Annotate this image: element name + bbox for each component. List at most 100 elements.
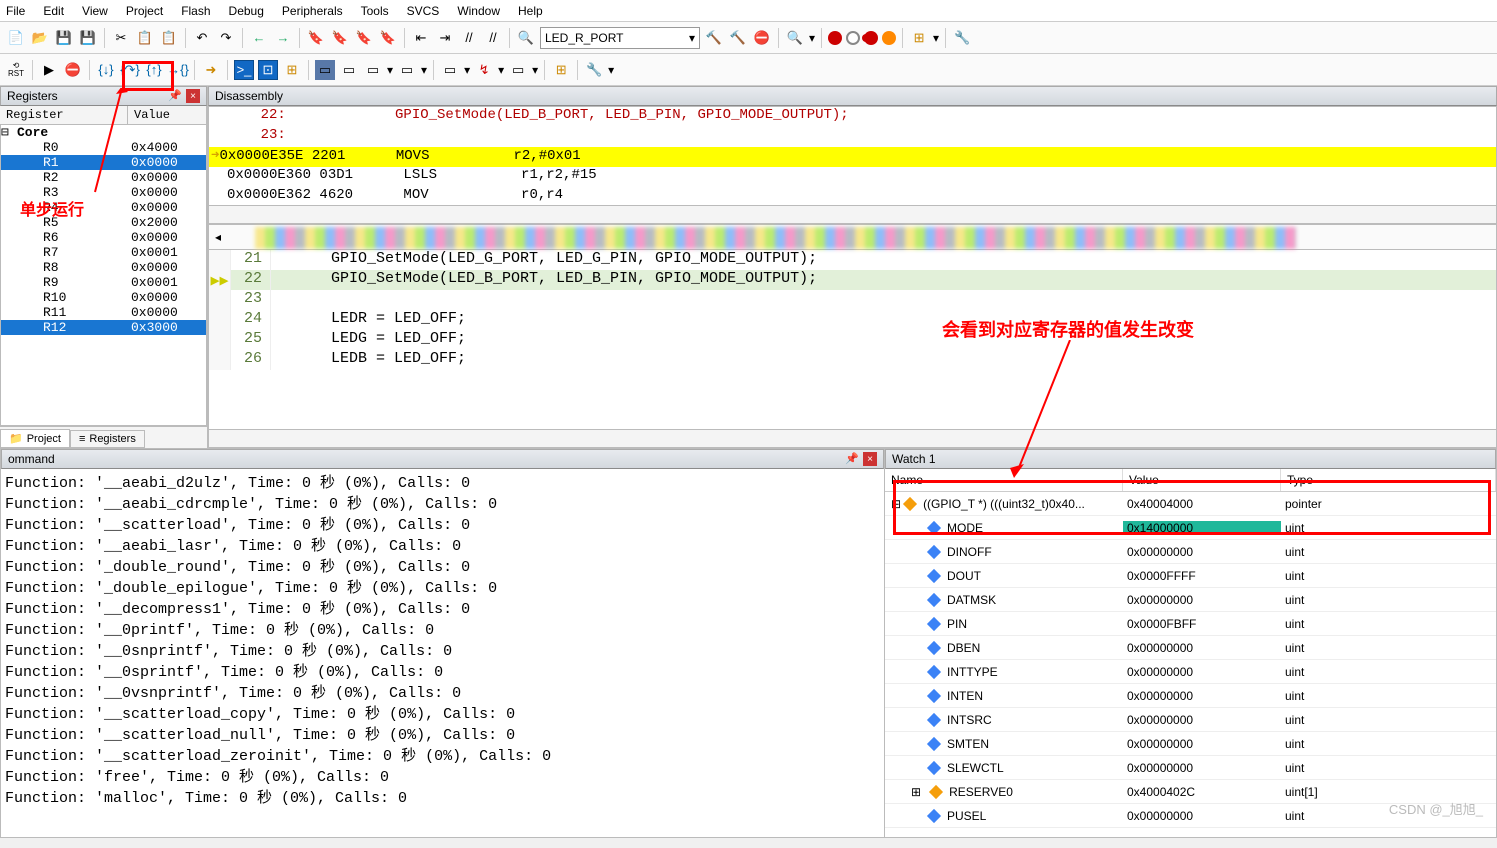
menu-file[interactable]: File [6, 4, 25, 18]
register-row[interactable]: R60x0000 [1, 230, 206, 245]
watch-row[interactable]: INTTYPE0x00000000uint [885, 660, 1496, 684]
editor-line[interactable]: 24LEDR = LED_OFF; [209, 310, 1496, 330]
disasm-window-icon[interactable]: ⊡ [258, 60, 278, 80]
redo-icon[interactable]: ↷ [216, 28, 236, 48]
new-file-icon[interactable]: 📄 [6, 28, 26, 48]
show-next-icon[interactable]: ➜ [201, 60, 221, 80]
trace-window-icon[interactable]: ▭ [508, 60, 528, 80]
bookmark-icon[interactable]: 🔖 [306, 28, 326, 48]
find-icon[interactable]: 🔍 [516, 28, 536, 48]
editor-scrollbar[interactable] [208, 430, 1497, 448]
watch-row[interactable]: DBEN0x00000000uint [885, 636, 1496, 660]
step-into-icon[interactable]: {↓} [96, 60, 116, 80]
editor-line[interactable]: 23 [209, 290, 1496, 310]
undo-icon[interactable]: ↶ [192, 28, 212, 48]
register-row[interactable]: R100x0000 [1, 290, 206, 305]
collapse-icon[interactable]: ⊟ [1, 125, 11, 140]
run-icon[interactable]: ▶ [39, 60, 59, 80]
register-row[interactable]: R120x3000 [1, 320, 206, 335]
pin-icon[interactable]: 📌 [845, 452, 859, 466]
stop-build-icon[interactable]: ⛔ [752, 28, 772, 48]
editor-line[interactable]: 21GPIO_SetMode(LED_G_PORT, LED_G_PIN, GP… [209, 250, 1496, 270]
close-icon[interactable]: × [186, 89, 200, 103]
register-row[interactable]: R70x0001 [1, 245, 206, 260]
tab-prev-icon[interactable]: ◂ [215, 230, 221, 244]
watch-row[interactable]: DATMSK0x00000000uint [885, 588, 1496, 612]
nav-fwd-icon[interactable]: → [273, 28, 293, 48]
watch-row[interactable]: SLEWCTL0x00000000uint [885, 756, 1496, 780]
watch-row[interactable]: INTSRC0x00000000uint [885, 708, 1496, 732]
menu-peripherals[interactable]: Peripherals [282, 4, 343, 18]
editor-tabs[interactable]: ◂ [208, 224, 1497, 250]
watch-row[interactable]: PIN0x0000FBFFuint [885, 612, 1496, 636]
menu-debug[interactable]: Debug [229, 4, 264, 18]
indent-right-icon[interactable]: ⇥ [435, 28, 455, 48]
register-row[interactable]: R20x0000 [1, 170, 206, 185]
command-output[interactable]: Function: '__aeabi_d2ulz', Time: 0 秒 (0%… [1, 469, 884, 837]
stop-icon[interactable]: ⛔ [63, 60, 83, 80]
uncomment-icon[interactable]: // [483, 28, 503, 48]
disasm-line[interactable]: 23: [209, 127, 1496, 147]
editor-line[interactable]: 26LEDB = LED_OFF; [209, 350, 1496, 370]
disassembly-view[interactable]: 22: GPIO_SetMode(LED_B_PORT, LED_B_PIN, … [208, 106, 1497, 206]
open-file-icon[interactable]: 📂 [30, 28, 50, 48]
breakpoint-enableall-icon[interactable] [864, 31, 878, 45]
breakpoint-insert-icon[interactable] [828, 31, 842, 45]
rebuild-icon[interactable]: 🔨 [728, 28, 748, 48]
menu-project[interactable]: Project [126, 4, 163, 18]
watch-row[interactable]: INTEN0x00000000uint [885, 684, 1496, 708]
tab-registers[interactable]: ≡Registers [70, 430, 145, 448]
indent-left-icon[interactable]: ⇤ [411, 28, 431, 48]
close-icon[interactable]: × [863, 452, 877, 466]
system-viewer-icon[interactable]: ⊞ [551, 60, 571, 80]
command-window-icon[interactable]: >_ [234, 60, 254, 80]
memory-window-icon[interactable]: ▭ [397, 60, 417, 80]
symbols-window-icon[interactable]: ⊞ [282, 60, 302, 80]
register-row[interactable]: R90x0001 [1, 275, 206, 290]
register-row[interactable]: R80x0000 [1, 260, 206, 275]
bookmark-next-icon[interactable]: 🔖 [354, 28, 374, 48]
paste-icon[interactable]: 📋 [159, 28, 179, 48]
registers-list[interactable]: ⊟Core R00x4000R10x0000R20x0000R30x0000R4… [0, 125, 207, 426]
menu-tools[interactable]: Tools [361, 4, 389, 18]
editor-line[interactable]: ▶▶22GPIO_SetMode(LED_B_PORT, LED_B_PIN, … [209, 270, 1496, 290]
watch-window-icon[interactable]: ▭ [363, 60, 383, 80]
watch-row[interactable]: SMTEN0x00000000uint [885, 732, 1496, 756]
disasm-line[interactable]: 0x0000E362 4620 MOV r0,r4 [209, 187, 1496, 206]
expand-icon[interactable]: ⊞ [911, 785, 921, 799]
analysis-window-icon[interactable]: ↯ [474, 60, 494, 80]
nav-back-icon[interactable]: ← [249, 28, 269, 48]
toolbox-icon[interactable]: 🔧 [584, 60, 604, 80]
disasm-line[interactable]: 22: GPIO_SetMode(LED_B_PORT, LED_B_PIN, … [209, 107, 1496, 127]
save-all-icon[interactable]: 💾 [78, 28, 98, 48]
comment-icon[interactable]: // [459, 28, 479, 48]
breakpoint-disable-icon[interactable] [846, 31, 860, 45]
menu-view[interactable]: View [82, 4, 108, 18]
serial-window-icon[interactable]: ▭ [440, 60, 460, 80]
window-layout-icon[interactable]: ⊞ [909, 28, 929, 48]
watch-list[interactable]: ⊟ ((GPIO_T *) (((uint32_t)0x40... 0x4000… [885, 492, 1496, 837]
reset-icon[interactable]: ⟲RST [6, 60, 26, 80]
build-icon[interactable]: 🔨 [704, 28, 724, 48]
cut-icon[interactable]: ✂ [111, 28, 131, 48]
breakpoint-killall-icon[interactable] [882, 31, 896, 45]
menu-flash[interactable]: Flash [181, 4, 210, 18]
pin-icon[interactable]: 📌 [168, 89, 182, 103]
copy-icon[interactable]: 📋 [135, 28, 155, 48]
register-row[interactable]: R10x0000 [1, 155, 206, 170]
editor-line[interactable]: 25LEDG = LED_OFF; [209, 330, 1496, 350]
watch-row[interactable]: DOUT0x0000FFFFuint [885, 564, 1496, 588]
target-combo[interactable]: LED_R_PORT▾ [540, 27, 700, 49]
save-icon[interactable]: 💾 [54, 28, 74, 48]
menu-window[interactable]: Window [457, 4, 500, 18]
watch-row[interactable]: DINOFF0x00000000uint [885, 540, 1496, 564]
debug-find-icon[interactable]: 🔍 [785, 28, 805, 48]
register-row[interactable]: R110x0000 [1, 305, 206, 320]
disasm-line[interactable]: 0x0000E360 03D1 LSLS r1,r2,#15 [209, 167, 1496, 187]
menu-help[interactable]: Help [518, 4, 543, 18]
menu-edit[interactable]: Edit [43, 4, 64, 18]
code-editor[interactable]: 21GPIO_SetMode(LED_G_PORT, LED_G_PIN, GP… [208, 250, 1497, 430]
disasm-line[interactable]: ➜0x0000E35E 2201 MOVS r2,#0x01 [209, 147, 1496, 167]
register-row[interactable]: R00x4000 [1, 140, 206, 155]
callstack-window-icon[interactable]: ▭ [339, 60, 359, 80]
